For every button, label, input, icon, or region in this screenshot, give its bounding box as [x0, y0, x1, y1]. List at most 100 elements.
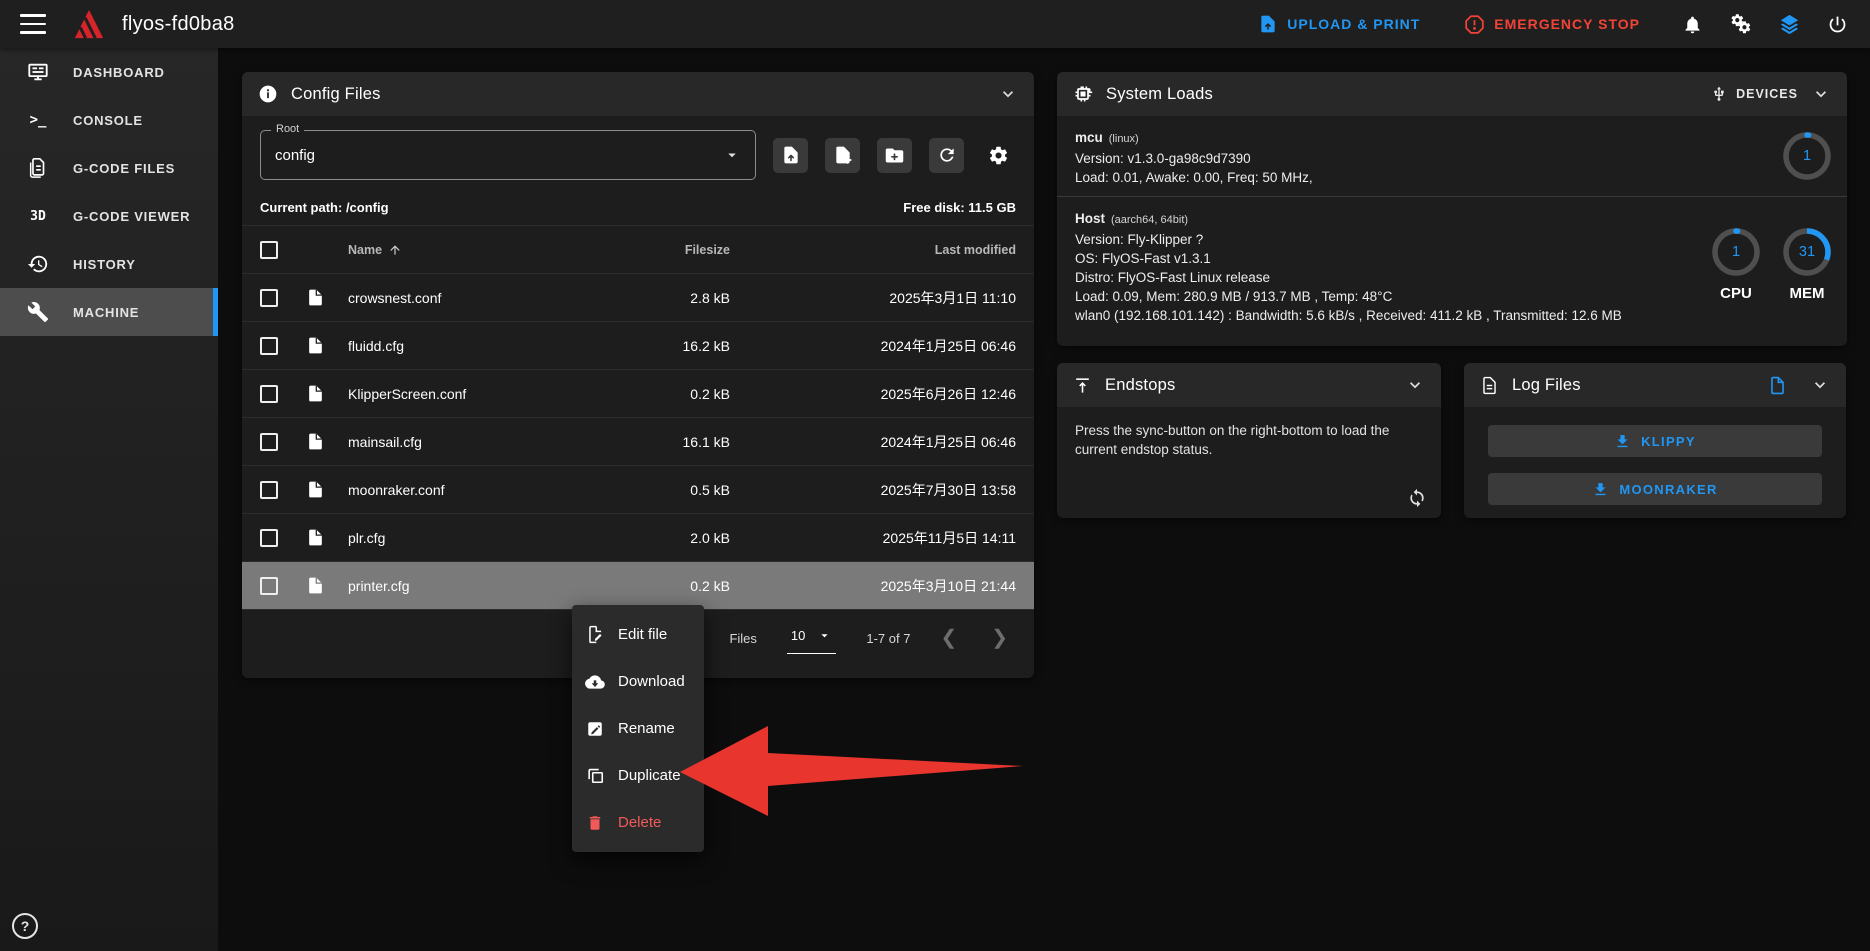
- free-disk-text: Free disk: 11.5 GB: [903, 200, 1016, 215]
- row-checkbox[interactable]: [260, 433, 278, 451]
- settings-button[interactable]: [981, 138, 1016, 173]
- system-loads-header[interactable]: System Loads DEVICES: [1057, 72, 1847, 116]
- download-klippy-log-button[interactable]: KLIPPY: [1488, 425, 1822, 457]
- collapse-chevron-icon[interactable]: [998, 84, 1018, 104]
- file-row-selected[interactable]: printer.cfg 0.2 kB 2025年3月10日 21:44: [242, 561, 1034, 609]
- sidebar-item-machine[interactable]: MACHINE: [0, 288, 218, 336]
- cloud-download-icon: [585, 672, 605, 692]
- row-checkbox[interactable]: [260, 577, 278, 595]
- layers-icon[interactable]: [1778, 13, 1801, 36]
- mcu-arch: (linux): [1109, 133, 1139, 145]
- context-menu-edit-file[interactable]: Edit file: [572, 611, 704, 658]
- row-checkbox[interactable]: [260, 337, 278, 355]
- file-plus-icon: [833, 145, 853, 165]
- root-select[interactable]: Root config: [260, 130, 756, 180]
- panel-title: System Loads: [1106, 85, 1213, 104]
- mcu-load: Load: 0.01, Awake: 0.00, Freq: 50 MHz,: [1075, 168, 1829, 187]
- refresh-button[interactable]: [929, 138, 964, 173]
- host-arch: (aarch64, 64bit): [1111, 214, 1188, 226]
- console-icon: >_: [25, 112, 51, 128]
- help-button[interactable]: ?: [12, 913, 38, 939]
- folder-plus-icon: [884, 145, 905, 166]
- select-all-checkbox[interactable]: [260, 241, 278, 259]
- file-row[interactable]: mainsail.cfg 16.1 kB 2024年1月25日 06:46: [242, 417, 1034, 465]
- column-header-last-modified[interactable]: Last modified: [784, 243, 1016, 257]
- collapse-chevron-icon[interactable]: [1811, 84, 1831, 104]
- sidebar-item-history[interactable]: HISTORY: [0, 240, 218, 288]
- notifications-bell-icon[interactable]: [1682, 14, 1703, 35]
- next-page-button[interactable]: ❯: [991, 628, 1008, 648]
- file-row[interactable]: fluidd.cfg 16.2 kB 2024年1月25日 06:46: [242, 321, 1034, 369]
- file-icon: [306, 528, 348, 547]
- menu-icon[interactable]: [20, 14, 46, 34]
- main-content: Config Files Root config: [218, 48, 1870, 951]
- wrench-icon: [25, 301, 51, 323]
- upload-file-button[interactable]: [773, 138, 808, 173]
- file-row[interactable]: crowsnest.conf 2.8 kB 2025年3月1日 11:10: [242, 273, 1034, 321]
- row-checkbox[interactable]: [260, 529, 278, 547]
- download-icon: [1592, 481, 1609, 498]
- caret-down-icon: [817, 628, 832, 643]
- context-menu-rename[interactable]: Rename: [572, 705, 704, 752]
- file-icon: [306, 384, 348, 403]
- panel-title: Config Files: [291, 85, 381, 104]
- power-icon[interactable]: [1827, 14, 1848, 35]
- app-logo: [72, 7, 106, 41]
- sidebar-nav: DASHBOARD >_ CONSOLE G-CODE FILES 3D G-C…: [0, 48, 218, 951]
- create-folder-button[interactable]: [877, 138, 912, 173]
- file-row[interactable]: KlipperScreen.conf 0.2 kB 2025年6月26日 12:…: [242, 369, 1034, 417]
- collapse-chevron-icon[interactable]: [1810, 375, 1830, 395]
- per-page-select[interactable]: 10: [787, 622, 836, 654]
- emergency-stop-button[interactable]: EMERGENCY STOP: [1464, 14, 1640, 35]
- cpu-gauge-label: CPU: [1709, 285, 1763, 302]
- column-header-name[interactable]: Name: [348, 243, 614, 257]
- alert-octagon-icon: [1464, 14, 1485, 35]
- file-icon: [306, 576, 348, 595]
- log-files-panel: Log Files KLIPPY MOONRAKER: [1464, 363, 1846, 518]
- panel-title: Log Files: [1512, 376, 1581, 395]
- current-path-text: Current path: /config: [260, 200, 389, 215]
- devices-button[interactable]: DEVICES: [1711, 86, 1798, 102]
- upload-print-button[interactable]: UPLOAD & PRINT: [1258, 14, 1420, 34]
- table-header-row: Name Filesize Last modified: [242, 225, 1034, 273]
- file-icon: [306, 432, 348, 451]
- endstops-icon: [1073, 376, 1092, 395]
- rename-pencil-icon: [585, 720, 605, 738]
- log-files-header[interactable]: Log Files: [1464, 363, 1846, 407]
- row-checkbox[interactable]: [260, 289, 278, 307]
- download-icon: [1614, 433, 1631, 450]
- duplicate-copy-icon: [585, 766, 605, 785]
- context-menu-delete[interactable]: Delete: [572, 799, 704, 846]
- sync-button[interactable]: [1407, 488, 1427, 508]
- endstops-header[interactable]: Endstops: [1057, 363, 1441, 407]
- config-files-header[interactable]: Config Files: [242, 72, 1034, 116]
- file-icon: [306, 336, 348, 355]
- previous-page-button[interactable]: ❮: [940, 628, 957, 648]
- refresh-icon: [937, 145, 957, 165]
- file-row[interactable]: plr.cfg 2.0 kB 2025年11月5日 14:11: [242, 513, 1034, 561]
- file-refresh-icon[interactable]: [1768, 376, 1787, 395]
- column-header-filesize[interactable]: Filesize: [614, 243, 784, 257]
- download-moonraker-log-button[interactable]: MOONRAKER: [1488, 473, 1822, 505]
- sidebar-item-gcode-files[interactable]: G-CODE FILES: [0, 144, 218, 192]
- row-checkbox[interactable]: [260, 481, 278, 499]
- printer-name-title: flyos-fd0ba8: [122, 13, 235, 36]
- panel-title: Endstops: [1105, 376, 1175, 395]
- create-file-button[interactable]: [825, 138, 860, 173]
- host-section: Host(aarch64, 64bit) Version: Fly-Klippe…: [1057, 196, 1847, 335]
- sidebar-item-console[interactable]: >_ CONSOLE: [0, 96, 218, 144]
- system-loads-panel: System Loads DEVICES mcu(linux) Version:…: [1057, 72, 1847, 346]
- context-menu-download[interactable]: Download: [572, 658, 704, 705]
- red-pointer-arrow: [676, 720, 1028, 820]
- info-icon: [258, 84, 278, 104]
- sidebar-item-dashboard[interactable]: DASHBOARD: [0, 48, 218, 96]
- collapse-chevron-icon[interactable]: [1405, 375, 1425, 395]
- services-cogs-icon[interactable]: [1729, 13, 1752, 36]
- file-row[interactable]: moonraker.conf 0.5 kB 2025年7月30日 13:58: [242, 465, 1034, 513]
- question-mark-icon: ?: [21, 918, 30, 934]
- sidebar-item-gcode-viewer[interactable]: 3D G-CODE VIEWER: [0, 192, 218, 240]
- file-table: Name Filesize Last modified crowsnest.co…: [242, 225, 1034, 609]
- endstops-message: Press the sync-button on the right-botto…: [1075, 421, 1405, 459]
- context-menu-duplicate[interactable]: Duplicate: [572, 752, 704, 799]
- row-checkbox[interactable]: [260, 385, 278, 403]
